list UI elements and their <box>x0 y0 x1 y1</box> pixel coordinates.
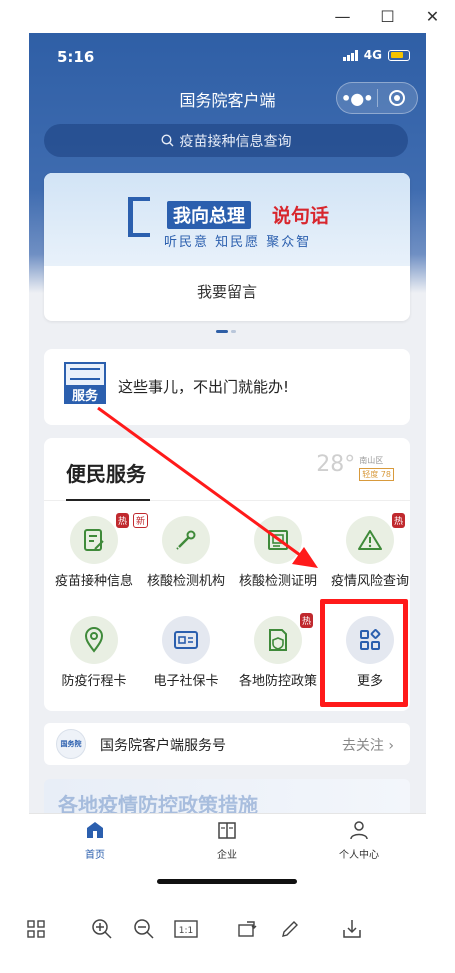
weather-widget: 28° 南山区 轻度 78 <box>316 452 394 481</box>
service-item-social-security[interactable]: 电子社保卡 <box>140 616 232 706</box>
search-placeholder: 疫苗接种信息查询 <box>179 133 292 150</box>
location-icon <box>70 616 118 664</box>
tab-profile[interactable]: 个人中心 <box>319 820 399 861</box>
service-item-vaccine[interactable]: 热 新 疫苗接种信息 <box>48 513 149 606</box>
service-text: 这些事儿，不出门就能办! <box>118 378 290 396</box>
gallery-button[interactable] <box>22 915 50 943</box>
rotate-icon <box>238 921 257 937</box>
battery-icon <box>388 49 410 61</box>
actual-size-icon: 1:1 <box>174 920 198 938</box>
search-bar[interactable]: 疫苗接种信息查询 <box>44 124 408 157</box>
mini-program-capsule: •●• <box>336 82 418 114</box>
status-time: 5:16 <box>57 48 95 66</box>
hot-badge: 热 <box>300 613 314 628</box>
tab-label: 个人中心 <box>339 850 379 861</box>
follow-button[interactable]: 去关注 › <box>342 735 394 755</box>
signal-icon <box>342 49 358 61</box>
annotation-highlight-box <box>320 599 408 707</box>
window-controls: — ☐ ✕ <box>320 0 455 32</box>
zoom-out-button[interactable] <box>130 915 158 943</box>
service-icon: 服务 <box>64 362 106 404</box>
service-icon-label: 服务 <box>64 385 106 404</box>
follow-account-bar[interactable]: 国务院 国务院客户端服务号 去关注 › <box>44 723 410 765</box>
service-item-label: 各地防控政策 <box>238 674 317 689</box>
target-icon <box>389 90 406 106</box>
maximize-button[interactable]: ☐ <box>365 0 410 32</box>
carousel-dot <box>231 330 236 333</box>
banner-logo-icon <box>128 197 150 237</box>
warning-icon <box>346 516 394 564</box>
search-icon <box>160 134 173 147</box>
tab-label: 首页 <box>85 850 105 861</box>
vaccine-icon <box>70 516 118 564</box>
title-bar: 国务院客户端 •●• <box>29 77 426 121</box>
section-title: 便民服务 <box>66 462 146 486</box>
service-item-test-certificate[interactable]: 核酸检测证明 <box>232 516 324 606</box>
status-right: 4G <box>342 48 410 62</box>
person-icon <box>350 821 368 840</box>
service-item-label: 核酸检测机构 <box>146 574 225 589</box>
shield-doc-icon <box>254 616 302 664</box>
actual-size-button[interactable]: 1:1 <box>172 915 200 943</box>
close-window-button[interactable]: ✕ <box>410 0 455 32</box>
network-label: 4G <box>363 48 382 62</box>
pencil-icon <box>282 921 298 937</box>
zoom-in-icon <box>92 919 112 939</box>
weather-temp: 28° <box>316 452 356 477</box>
rotate-button[interactable] <box>234 915 262 943</box>
weather-aqi: 轻度 78 <box>359 468 394 481</box>
id-card-icon <box>162 616 210 664</box>
building-icon <box>218 822 236 839</box>
service-item-testing-sites[interactable]: 核酸检测机构 <box>140 516 232 606</box>
carousel-dots <box>216 330 236 333</box>
banner-title-a: 我向总理 <box>167 201 251 229</box>
hot-badge: 热 <box>392 513 406 528</box>
service-item-label: 疫苗接种信息 <box>54 574 133 589</box>
home-indicator <box>157 879 297 884</box>
zoom-out-icon <box>134 919 154 939</box>
svg-text:1:1: 1:1 <box>179 926 193 936</box>
hot-badge: 热 <box>116 513 130 528</box>
account-logo: 国务院 <box>56 729 86 759</box>
leave-message-button[interactable]: 我要留言 <box>44 281 410 302</box>
certificate-icon <box>254 516 302 564</box>
service-item-label: 防疫行程卡 <box>61 674 127 689</box>
tab-home[interactable]: 首页 <box>55 820 135 861</box>
service-item-label: 核酸检测证明 <box>238 574 317 589</box>
close-mini-program-button[interactable] <box>378 90 418 106</box>
viewer-toolbar: 1:1 <box>0 905 455 953</box>
service-item-risk-query[interactable]: 热 疫情风险查询 <box>324 513 416 606</box>
carousel-dot-active <box>216 330 228 333</box>
section-title-underline <box>66 499 150 501</box>
banner-title-b: 说句话 <box>272 205 330 227</box>
home-icon <box>87 822 103 838</box>
service-item-label: 疫情风险查询 <box>330 574 409 589</box>
account-name: 国务院客户端服务号 <box>100 738 226 754</box>
minimize-button[interactable]: — <box>320 0 365 32</box>
phone-screen: 5:16 4G 国务院客户端 •●• 疫苗接种信息查询 我向总理 说句话 听民意… <box>29 33 426 891</box>
edit-button[interactable] <box>276 915 304 943</box>
download-button[interactable] <box>338 915 366 943</box>
weather-location: 南山区 <box>359 456 384 465</box>
banner-subtitle: 听民意 知民愿 聚众智 <box>164 235 312 250</box>
download-icon <box>343 920 361 938</box>
zoom-in-button[interactable] <box>88 915 116 943</box>
grid-icon <box>27 920 45 938</box>
dropper-icon <box>162 516 210 564</box>
tab-enterprise[interactable]: 企业 <box>187 820 267 861</box>
service-card[interactable]: 服务 这些事儿，不出门就能办! <box>44 349 410 425</box>
service-item-label: 电子社保卡 <box>153 674 219 689</box>
status-bar: 5:16 4G <box>29 33 426 77</box>
service-item-local-policies[interactable]: 热 各地防控政策 <box>232 613 324 706</box>
service-item-travel-card[interactable]: 防疫行程卡 <box>48 616 140 706</box>
more-menu-button[interactable]: •●• <box>337 89 377 108</box>
tab-label: 企业 <box>217 850 237 861</box>
premier-message-banner[interactable]: 我向总理 说句话 听民意 知民愿 聚众智 我要留言 <box>44 173 410 321</box>
